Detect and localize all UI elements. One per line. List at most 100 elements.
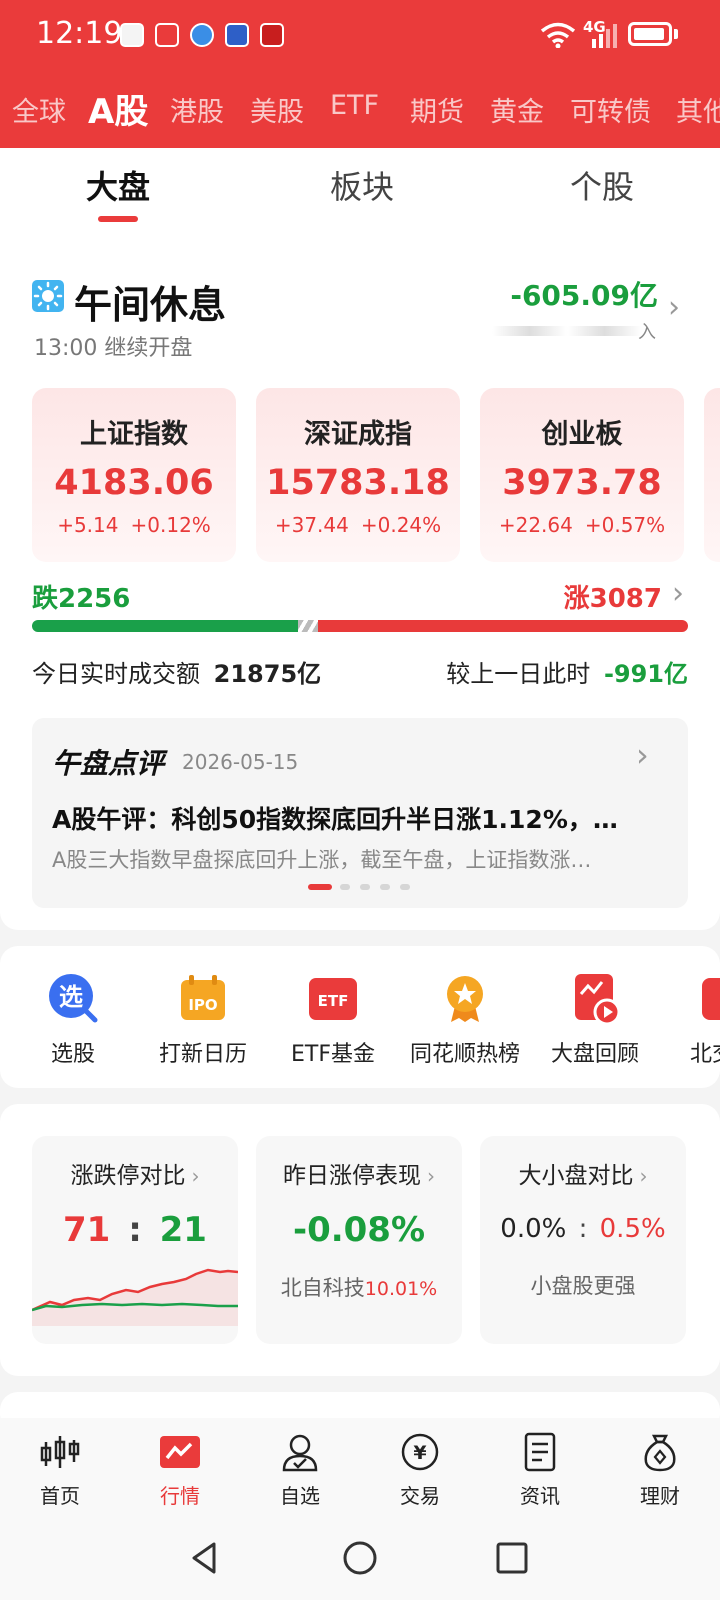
cap-compare-card[interactable]: 大小盘对比 › 0.0% : 0.5% 小盘股更强 [480, 1136, 686, 1344]
quick-link-label: ETF基金 [291, 1042, 375, 1067]
session-subtitle: 13:00 继续开盘 [34, 336, 193, 361]
limit-sep: : [128, 1210, 142, 1250]
wifi-icon [540, 22, 576, 48]
chevron-right-icon: › [427, 1164, 435, 1188]
index-pct: +0.57% [584, 513, 666, 537]
bottom-tab-wealth[interactable]: 理财 [610, 1432, 710, 1509]
market-tab-futures[interactable]: 期货 [410, 90, 464, 129]
index-card-sse[interactable]: 上证指数 4183.06 +5.14 +0.12% [32, 388, 236, 562]
breadth-bar-flat [298, 620, 320, 632]
status-bar: 12:19 4G [0, 0, 720, 70]
review-chevron-icon[interactable]: › [636, 736, 649, 774]
session-title: 午间休息 [74, 283, 227, 327]
market-tab-convertible[interactable]: 可转债 [570, 90, 651, 129]
back-icon[interactable] [188, 1540, 224, 1576]
bottom-tab-watchlist[interactable]: 自选 [250, 1432, 350, 1509]
review-headline[interactable]: A股午评：科创50指数探底回升半日涨1.12%，… [52, 800, 668, 836]
breadth-chevron-icon[interactable]: › [672, 576, 684, 611]
candlestick-icon [40, 1436, 80, 1468]
market-tab-global[interactable]: 全球 [12, 90, 66, 129]
index-name: 创业板 [541, 419, 623, 450]
chevron-right-icon: › [191, 1164, 200, 1188]
home-icon[interactable] [342, 1540, 378, 1576]
turnover-compare-label: 较上一日此时 [446, 660, 591, 688]
browser-notification-icon [190, 23, 214, 47]
index-value: 3973.78 [502, 463, 662, 503]
bottom-tab-trade[interactable]: ¥ 交易 [370, 1432, 470, 1509]
market-tab-a-share[interactable]: A股 [88, 84, 148, 133]
limit-compare-card[interactable]: 涨跌停对比 › 71 : 21 [32, 1136, 238, 1344]
net-flow-chevron-icon[interactable]: › [668, 290, 680, 325]
quick-link-bse[interactable]: 北交 [670, 972, 720, 1068]
market-tab-hk[interactable]: 港股 [170, 90, 224, 129]
turnover-compare-value: -991亿 [603, 660, 688, 688]
bottom-tab-bar: 首页 行情 自选 ¥ 交易 资讯 理财 [0, 1418, 720, 1518]
bottom-tab-label: 交易 [400, 1484, 440, 1508]
quick-link-market-review[interactable]: 大盘回顾 [540, 972, 650, 1068]
net-flow-value[interactable]: -605.09亿 [510, 274, 658, 314]
large-cap-pct: 0.0% [500, 1214, 567, 1244]
index-change: +37.44 [274, 513, 349, 537]
quick-link-hot-list[interactable]: 同花顺热榜 [410, 972, 520, 1068]
tab-sectors[interactable]: 板块 [330, 162, 394, 208]
user-watchlist-icon [282, 1434, 318, 1472]
cap-compare-title: 大小盘对比 [518, 1163, 634, 1189]
advancing-count[interactable]: 涨3087 [564, 578, 662, 615]
index-name: 深证成指 [304, 419, 412, 450]
review-date: 2026-05-15 [182, 750, 299, 774]
cap-compare-note: 小盘股更强 [530, 1274, 636, 1298]
index-card-next-peek[interactable] [704, 388, 720, 562]
select-stock-icon: 选 [49, 974, 98, 1023]
yesterday-limit-value: -0.08% [292, 1210, 426, 1250]
bottom-tab-news[interactable]: 资讯 [490, 1432, 590, 1509]
bottom-tab-label: 行情 [160, 1484, 200, 1508]
yesterday-limit-card[interactable]: 昨日涨停表现 › -0.08% 北自科技10.01% [256, 1136, 462, 1344]
tab-market[interactable]: 大盘 [86, 162, 150, 208]
limit-up-count: 71 [63, 1210, 111, 1250]
active-tab-indicator [98, 216, 138, 222]
top-stock-name: 北自科技 [280, 1276, 365, 1300]
bottom-tab-label: 自选 [280, 1484, 320, 1508]
market-tab-gold[interactable]: 黄金 [490, 90, 544, 129]
index-card-szse[interactable]: 深证成指 15783.18 +37.44 +0.24% [256, 388, 460, 562]
message-notification-icon [260, 23, 284, 47]
index-pct: +0.12% [130, 513, 211, 537]
quick-link-label: 打新日历 [158, 1042, 247, 1067]
midday-review-card[interactable]: 午盘点评 2026-05-15 › A股午评：科创50指数探底回升半日涨1.12… [32, 718, 688, 908]
battery-tip [674, 29, 678, 39]
index-name: 上证指数 [80, 419, 188, 450]
svg-text:选: 选 [59, 983, 83, 1011]
bottom-tab-home[interactable]: 首页 [10, 1432, 110, 1509]
money-bag-icon [644, 1434, 676, 1472]
quick-link-label: 北交 [690, 1042, 720, 1067]
carousel-dot [340, 884, 350, 890]
status-time: 12:19 [36, 16, 123, 51]
yesterday-limit-title: 昨日涨停表现 [283, 1163, 421, 1189]
quick-link-ipo-calendar[interactable]: IPO 打新日历 [148, 972, 258, 1068]
xiaohongshu-notification-icon [155, 23, 179, 47]
bottom-tab-market[interactable]: 行情 [130, 1432, 230, 1509]
market-tabs: 全球 A股 港股 美股 ETF 期货 黄金 可转债 其他 [0, 84, 720, 134]
net-flow-sparkline [492, 326, 642, 336]
limit-compare-title: 涨跌停对比 [70, 1163, 186, 1189]
app-header: 12:19 4G 全球 A股 港股 美股 ETF 期货 黄金 可转债 其他 [0, 0, 720, 148]
index-change: +22.64 [498, 513, 573, 537]
market-tab-other[interactable]: 其他 [676, 90, 720, 129]
bottom-tab-label: 首页 [40, 1484, 80, 1508]
index-change: +5.14 [57, 513, 119, 537]
index-value: 4183.06 [54, 463, 214, 503]
breadth-bar-down [32, 620, 300, 632]
index-card-chinext[interactable]: 创业板 3973.78 +22.64 +0.57% [480, 388, 684, 562]
carousel-dot [360, 884, 370, 890]
yen-coin-icon: ¥ [401, 1433, 439, 1471]
signal-icon [592, 24, 617, 48]
market-tab-etf[interactable]: ETF [330, 90, 379, 121]
tab-stocks[interactable]: 个股 [570, 162, 634, 208]
top-stock-pct: 10.01% [364, 1278, 438, 1300]
quick-link-etf-fund[interactable]: ETF ETF基金 [278, 972, 388, 1068]
quick-link-select-stock[interactable]: 选 选股 [18, 972, 128, 1068]
ipo-calendar-icon: IPO [181, 975, 225, 1020]
carousel-dot-active [308, 884, 332, 890]
recents-icon[interactable] [494, 1540, 530, 1576]
market-tab-us[interactable]: 美股 [250, 90, 304, 129]
